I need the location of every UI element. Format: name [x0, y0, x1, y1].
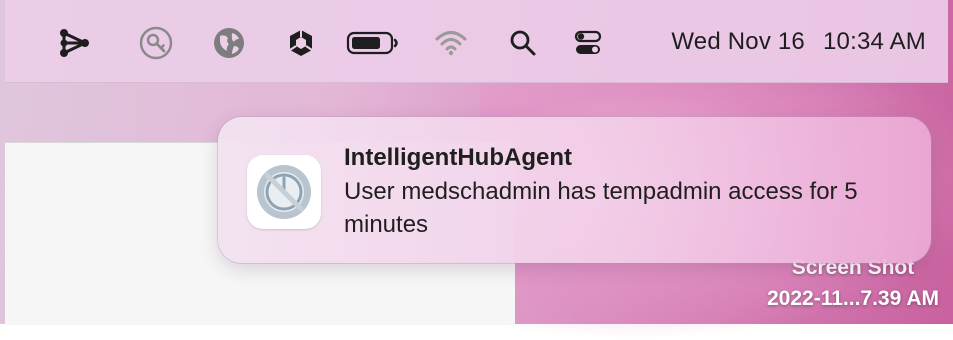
menu-bar-clock[interactable]: Wed Nov 16 10:34 AM [671, 28, 926, 56]
hub-agent-icon[interactable] [283, 25, 319, 61]
clock-date: Wed Nov 16 [671, 28, 805, 55]
control-center-icon[interactable] [570, 25, 606, 61]
notification-banner[interactable]: IntelligentHubAgent User medschadmin has… [218, 117, 931, 263]
wifi-icon[interactable] [433, 25, 469, 61]
search-icon[interactable] [505, 25, 541, 61]
key-icon[interactable] [138, 25, 174, 61]
menu-bar: Wed Nov 16 10:34 AM [5, 0, 948, 83]
notification-message: User medschadmin has tempadmin access fo… [344, 178, 858, 238]
notification-title: IntelligentHubAgent [344, 144, 572, 171]
clock-time: 10:34 AM [822, 28, 926, 55]
desktop-file-name-line2: 2022-11...7.39 AM [767, 287, 939, 310]
workspace-one-icon[interactable] [57, 25, 93, 61]
battery-icon[interactable] [343, 25, 403, 61]
intelligent-hub-app-icon [247, 155, 321, 229]
globe-icon[interactable] [211, 25, 247, 61]
